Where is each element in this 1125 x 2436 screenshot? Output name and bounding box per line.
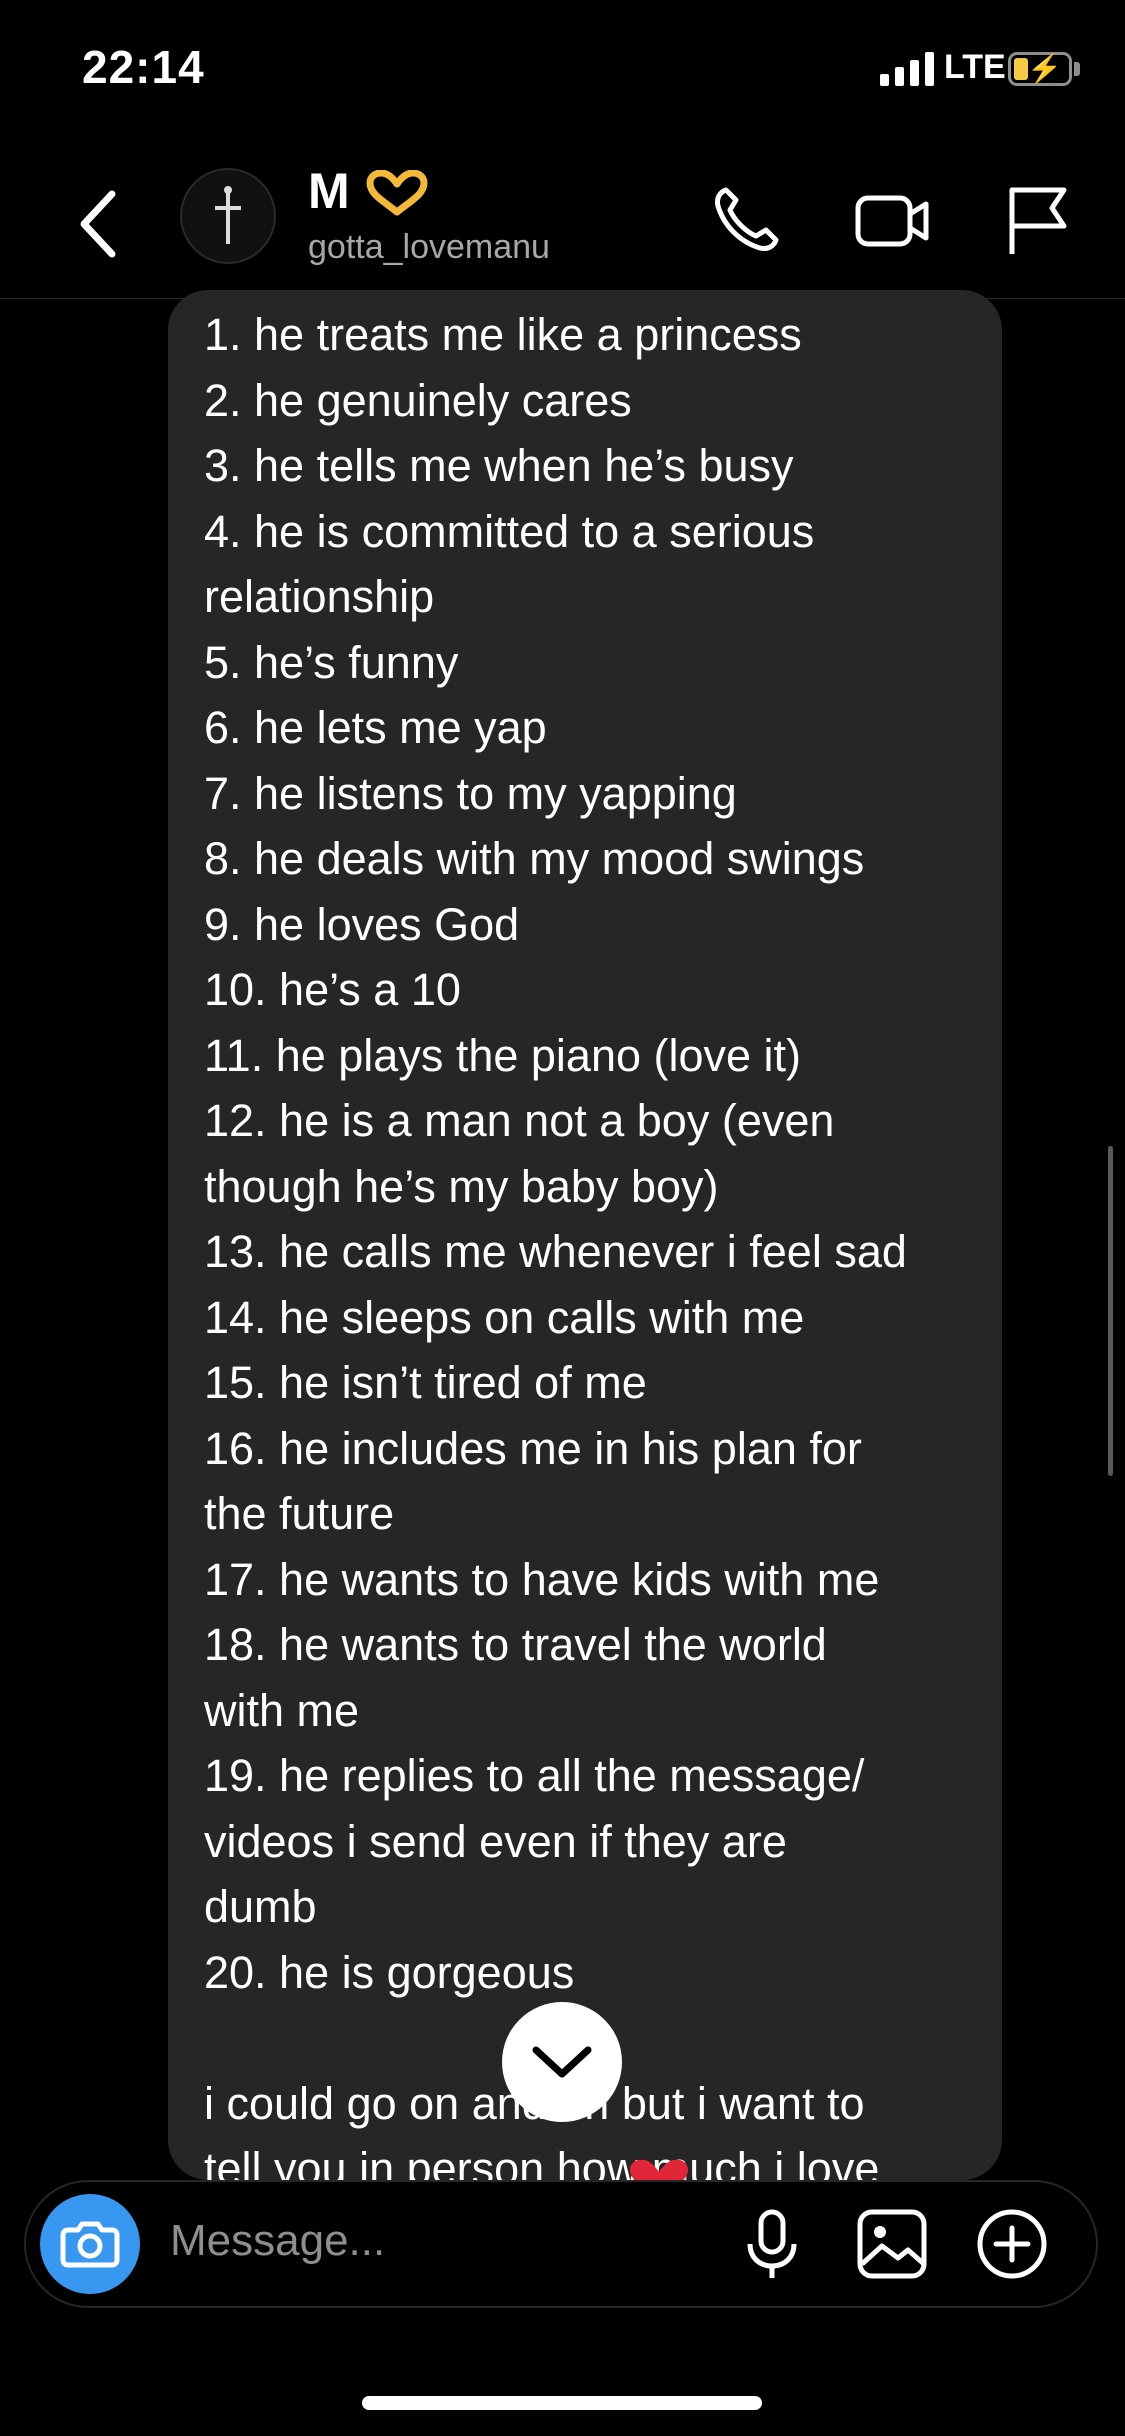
message-line: 19. he replies to all the message/	[204, 1750, 865, 1801]
contact-name[interactable]: M	[308, 162, 350, 220]
scrollbar[interactable]	[1108, 1146, 1113, 1476]
message-line: 16. he includes me in his plan for	[204, 1422, 862, 1474]
message-text: 1. he treats me like a princess 2. he gen…	[204, 302, 984, 2180]
message-line: relationship	[204, 571, 435, 622]
heart-emoji-icon	[630, 2160, 688, 2180]
camera-button[interactable]	[40, 2194, 140, 2294]
status-time: 22:14	[82, 41, 205, 93]
camera-icon	[60, 2221, 120, 2268]
chevron-left-icon[interactable]	[70, 184, 130, 264]
message-line: 1. he treats me like a princess	[204, 309, 802, 360]
message-line: though he’s my baby boy)	[204, 1160, 719, 1212]
message-line: 15. he isn’t tired of me	[204, 1357, 647, 1408]
message-line: 6. he lets me yap	[204, 702, 547, 753]
message-line: 17. he wants to have kids with me	[204, 1553, 880, 1605]
message-line: tell you in person how much i love	[204, 2143, 880, 2180]
message-line: 11. he plays the piano (love it)	[204, 1029, 802, 1081]
message-line: 20. he is gorgeous	[204, 1946, 575, 1998]
message-line: 12. he is a man not a boy (even	[204, 1095, 835, 1146]
home-indicator[interactable]	[362, 2396, 762, 2410]
message-line: 7. he listens to my yapping	[204, 767, 737, 819]
plus-circle-icon[interactable]	[972, 2204, 1052, 2284]
message-line: 13. he calls me whenever i feel sad	[204, 1226, 907, 1277]
image-icon[interactable]	[852, 2204, 932, 2284]
message-line: videos i send even if they are	[204, 1815, 787, 1867]
message-bubble[interactable]: 1. he treats me like a princess 2. he gen…	[168, 290, 1002, 2180]
heart-hands-icon	[366, 170, 428, 216]
message-composer: Message...	[24, 2180, 1098, 2308]
message-line: 8. he deals with my mood swings	[204, 833, 865, 884]
message-line: 18. he wants to travel the world	[204, 1619, 827, 1670]
message-line: 2. he genuinely cares	[204, 374, 632, 426]
message-line: with me	[204, 1684, 360, 1736]
message-line: dumb	[204, 1881, 317, 1932]
message-line: 5. he’s funny	[204, 636, 459, 688]
avatar[interactable]	[180, 168, 276, 264]
video-icon[interactable]	[852, 180, 932, 260]
message-line: 10. he’s a 10	[204, 964, 461, 1015]
message-line: 9. he loves God	[204, 898, 520, 950]
scroll-down-button[interactable]	[502, 2002, 622, 2122]
battery-cap	[1074, 62, 1080, 76]
network-label: LTE	[944, 48, 1006, 86]
chevron-down-icon	[532, 2046, 592, 2078]
message-line: 14. he sleeps on calls with me	[204, 1291, 805, 1343]
message-input[interactable]: Message...	[170, 2216, 385, 2266]
cross-icon	[215, 186, 241, 244]
flag-icon[interactable]	[998, 180, 1078, 260]
battery-icon: ⚡	[1008, 52, 1072, 86]
contact-username[interactable]: gotta_lovemanu	[308, 228, 550, 267]
signal-icon	[880, 52, 934, 86]
message-line: the future	[204, 1488, 395, 1539]
phone-icon[interactable]	[706, 180, 786, 260]
message-line: 3. he tells me when he’s busy	[204, 440, 794, 491]
message-line: 4. he is committed to a serious	[204, 505, 815, 557]
chat-header: M gotta_lovemanu	[0, 150, 1125, 299]
mic-icon[interactable]	[732, 2204, 812, 2284]
status-bar: 22:14 LTE ⚡	[0, 0, 1125, 140]
